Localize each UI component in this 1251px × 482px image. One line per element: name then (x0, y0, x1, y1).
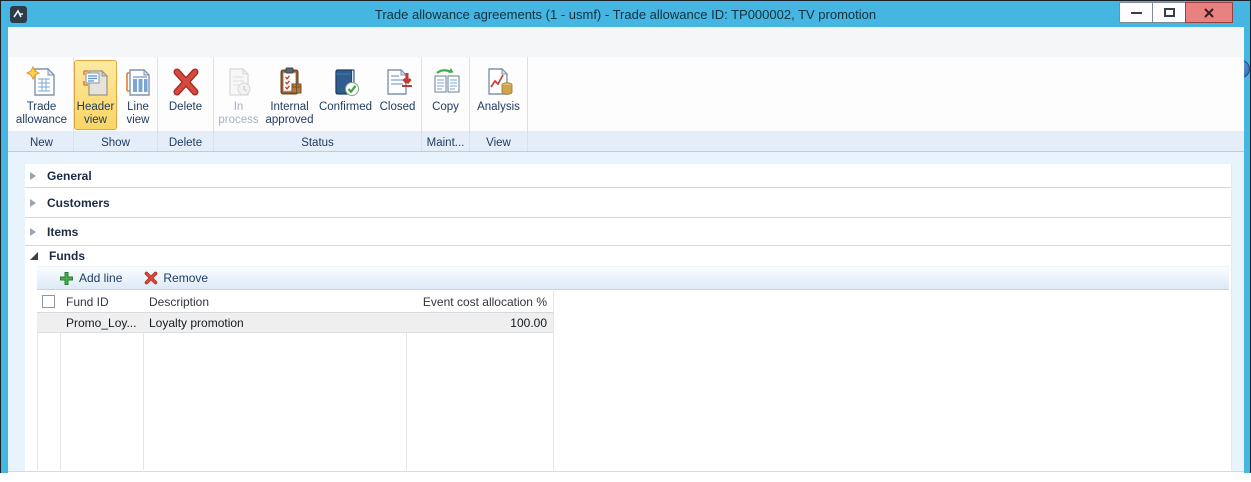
column-header-fund-id[interactable]: Fund ID (66, 291, 141, 312)
column-header-event-cost-allocation[interactable]: Event cost allocation % (409, 291, 547, 312)
copy-label: Copy (432, 101, 459, 114)
remove-x-icon (144, 271, 158, 285)
grid-line (553, 291, 554, 470)
add-line-label: Add line (79, 271, 122, 285)
table-row[interactable]: Promo_Loy... Loyalty promotion 100.00 (37, 313, 553, 333)
confirmed-button[interactable]: Confirmed (318, 60, 374, 117)
app-window: Trade allowance agreements (1 - usmf) - … (0, 0, 1251, 473)
line-view-button[interactable]: Line view (119, 60, 157, 130)
confirmed-label: Confirmed (319, 101, 372, 114)
header-view-label: Header view (76, 101, 115, 127)
select-all-checkbox[interactable] (42, 295, 55, 308)
ribbon-group-status: In process Internal approved Confirmed (214, 57, 422, 151)
maximize-icon (1164, 8, 1175, 17)
trade-allowance-label: Trade allowance (15, 101, 69, 127)
ribbon-group-delete: Delete Delete (158, 57, 214, 151)
closed-label: Closed (380, 101, 416, 114)
close-icon (1203, 7, 1215, 19)
cell-description[interactable]: Loyalty promotion (149, 313, 404, 332)
ribbon-group-maintain: Copy Maint... (422, 57, 470, 151)
section-customers[interactable]: Customers (25, 188, 1231, 218)
collapsed-triangle-icon (30, 199, 36, 207)
in-process-icon (222, 63, 256, 101)
funds-grid: Fund ID Description Event cost allocatio… (37, 291, 1229, 470)
grid-header-row: Fund ID Description Event cost allocatio… (37, 291, 553, 313)
header-view-icon (79, 63, 113, 101)
section-general[interactable]: General (25, 164, 1231, 188)
in-process-label: In process (218, 101, 260, 127)
analysis-icon (482, 63, 516, 101)
maximize-button[interactable] (1152, 2, 1186, 23)
section-items-label: Items (47, 225, 78, 239)
minimize-button[interactable] (1119, 2, 1153, 23)
analysis-button[interactable]: Analysis (473, 60, 525, 117)
form-panel: General Customers Items Funds Add line (25, 164, 1232, 471)
close-button[interactable] (1185, 2, 1233, 23)
trade-allowance-button[interactable]: Trade allowance (13, 60, 71, 130)
ribbon-group-view: Analysis View (470, 57, 528, 151)
group-label-show: Show (74, 137, 157, 149)
section-items[interactable]: Items (25, 218, 1231, 246)
line-view-label: Line view (121, 101, 155, 127)
minimize-icon (1131, 12, 1142, 14)
group-label-maintain: Maint... (422, 137, 469, 149)
copy-icon (429, 63, 463, 101)
group-label-status: Status (214, 137, 421, 149)
ribbon: Trade allowance New Header view (8, 57, 1244, 152)
cell-allocation[interactable]: 100.00 (409, 313, 547, 332)
window-border-right (1244, 27, 1251, 473)
delete-label: Delete (169, 101, 202, 114)
ribbon-group-show: Header view Line view Show (74, 57, 158, 151)
remove-button[interactable]: Remove (144, 271, 208, 285)
cell-fund-id[interactable]: Promo_Loy... (66, 313, 141, 332)
remove-label: Remove (163, 271, 208, 285)
new-document-icon (25, 63, 59, 101)
in-process-button[interactable]: In process (216, 60, 262, 130)
window-border-left (0, 27, 8, 473)
internal-approved-icon (273, 63, 307, 101)
section-funds-label: Funds (49, 249, 85, 263)
add-plus-icon (59, 271, 74, 286)
ribbon-group-new: Trade allowance New (10, 57, 74, 151)
group-label-view: View (470, 137, 527, 149)
collapsed-triangle-icon (30, 172, 36, 180)
internal-approved-label: Internal approved (266, 101, 314, 127)
internal-approved-button[interactable]: Internal approved (264, 60, 316, 130)
menu-tab-row: File Trade allowance agreements ? (8, 27, 1244, 57)
line-view-icon (121, 63, 155, 101)
delete-button[interactable]: Delete (162, 60, 210, 117)
section-general-label: General (47, 169, 92, 183)
window-title: Trade allowance agreements (1 - usmf) - … (1, 1, 1250, 28)
closed-icon (381, 63, 415, 101)
column-header-description[interactable]: Description (149, 291, 404, 312)
header-view-button[interactable]: Header view (74, 60, 117, 130)
collapsed-triangle-icon (30, 228, 36, 236)
group-label-delete: Delete (158, 137, 213, 149)
section-customers-label: Customers (47, 196, 110, 210)
title-bar: Trade allowance agreements (1 - usmf) - … (0, 0, 1251, 27)
copy-button[interactable]: Copy (425, 60, 467, 117)
analysis-label: Analysis (477, 101, 520, 114)
funds-toolbar: Add line Remove (37, 266, 1229, 290)
confirmed-icon (329, 63, 363, 101)
form-body: General Customers Items Funds Add line (8, 152, 1244, 472)
delete-x-icon (169, 63, 203, 101)
closed-button[interactable]: Closed (376, 60, 420, 117)
add-line-button[interactable]: Add line (59, 271, 122, 286)
section-funds[interactable]: Funds (25, 246, 1231, 266)
expanded-triangle-icon (30, 252, 38, 260)
group-label-new: New (10, 137, 73, 149)
